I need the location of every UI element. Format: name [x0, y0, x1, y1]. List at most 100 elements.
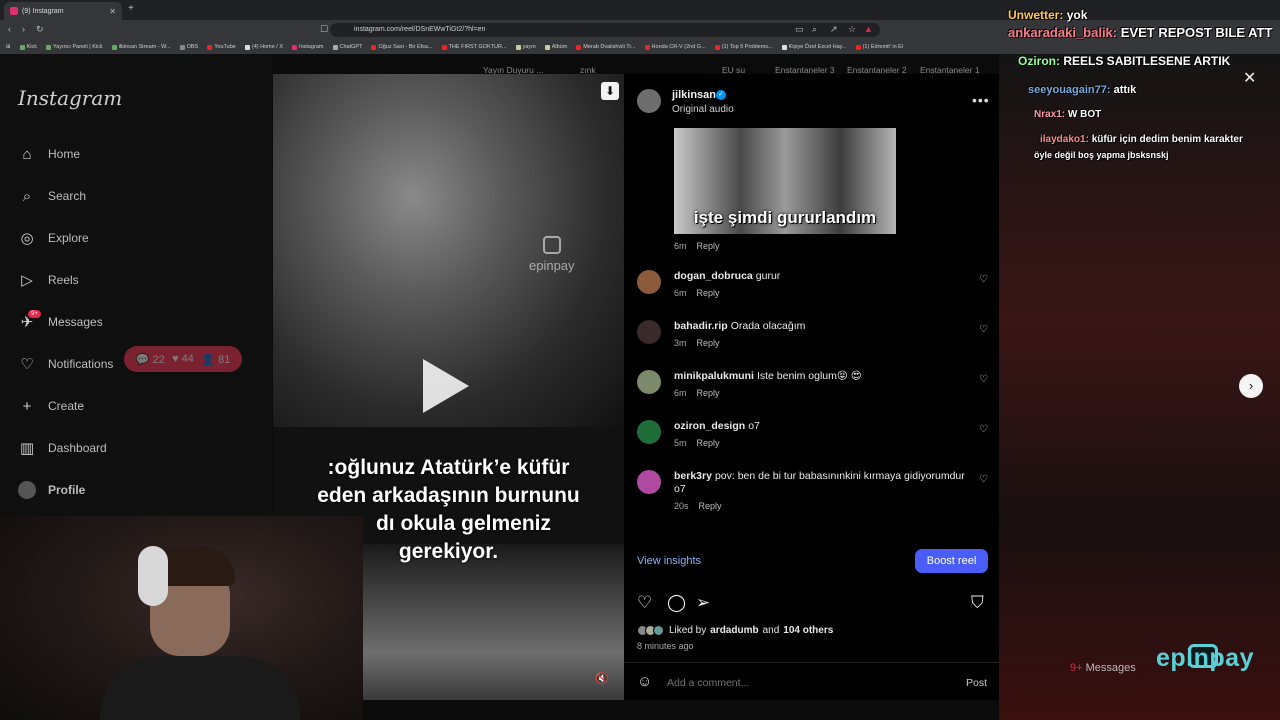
- browser-tab[interactable]: (9) Instagram ✕: [4, 2, 122, 20]
- chat-message: seeyouagain77: attık: [1028, 84, 1136, 96]
- comment-meta: 6m Reply: [674, 388, 720, 398]
- bookmark-item[interactable]: Merab Dvalishvili Tr...: [576, 44, 636, 50]
- instagram-favicon-icon: [10, 7, 18, 15]
- close-icon[interactable]: ✕: [1243, 68, 1256, 88]
- avatar[interactable]: [637, 420, 661, 444]
- share-icon[interactable]: ↗: [830, 24, 838, 35]
- bookmark-item[interactable]: yayın: [515, 44, 536, 50]
- nav-dashboard[interactable]: ▥ Dashboard: [18, 439, 107, 457]
- bookmark-item[interactable]: Honda CR-V (2nd G...: [644, 44, 706, 50]
- notification-summary-pill[interactable]: 💬 22 ♥ 44 👤 81: [124, 346, 242, 372]
- bookmark-item[interactable]: (1) Edremit' in El: [855, 44, 903, 50]
- post-detail-panel: jilkinsan ✓ Original audio ••• işte şimd…: [624, 74, 999, 700]
- nav-notifications[interactable]: ♡ Notifications: [18, 355, 113, 373]
- browser-tab-bar: (9) Instagram ✕ +: [0, 0, 1280, 20]
- bookmark-favicon-icon: [855, 44, 861, 50]
- more-options-icon[interactable]: •••: [972, 92, 990, 108]
- bookmark-item[interactable]: ChatGPT: [332, 44, 362, 50]
- bookmark-icon[interactable]: ☐: [320, 24, 328, 35]
- bookmark-item[interactable]: (4) Home / X: [244, 44, 283, 50]
- extension-icon[interactable]: ▲: [864, 24, 873, 34]
- star-icon[interactable]: ☆: [848, 24, 856, 35]
- bookmark-item[interactable]: Kick: [19, 44, 37, 50]
- liked-by-user[interactable]: ardadumb: [710, 625, 758, 636]
- reload-icon[interactable]: ↻: [36, 24, 44, 35]
- bookmark-item[interactable]: YouTube: [207, 44, 236, 50]
- instagram-logo[interactable]: Instagram: [18, 86, 122, 110]
- chat-user: Nrax1:: [1034, 109, 1066, 120]
- bookmark-item[interactable]: THE FIRST GOKTUR...: [441, 44, 507, 50]
- nav-label: Search: [48, 189, 87, 203]
- bookmark-item[interactable]: ilkinsan Stream - W...: [111, 44, 171, 50]
- bookmark-item[interactable]: Oğuz Sasi - Bir Efsa...: [371, 44, 433, 50]
- bookmark-item[interactable]: Albüm: [544, 44, 567, 50]
- nav-explore[interactable]: ◎ Explore: [18, 229, 89, 247]
- bookmark-favicon-icon: [576, 44, 582, 50]
- chat-user: ankaradaki_balik:: [1008, 25, 1118, 40]
- reply-button[interactable]: Reply: [697, 288, 720, 298]
- avatar[interactable]: [637, 320, 661, 344]
- comment-username[interactable]: bahadir.rip: [674, 320, 728, 332]
- avatar[interactable]: [637, 370, 661, 394]
- avatar[interactable]: [637, 270, 661, 294]
- forward-icon[interactable]: ›: [22, 24, 25, 34]
- download-icon[interactable]: ⬇: [601, 82, 619, 100]
- comment-username[interactable]: berk3ry: [674, 470, 712, 482]
- like-heart-icon[interactable]: ♡: [979, 374, 988, 385]
- cast-icon[interactable]: ▭: [795, 24, 804, 35]
- tab-close-icon[interactable]: ✕: [109, 7, 116, 16]
- chevron-right-icon: ›: [1248, 378, 1254, 393]
- comment-username[interactable]: oziron_design: [674, 420, 745, 432]
- reply-button[interactable]: Reply: [697, 241, 720, 251]
- nav-home[interactable]: ⌂ Home: [18, 145, 80, 163]
- view-insights-link[interactable]: View insights: [637, 555, 701, 567]
- like-icon[interactable]: ♡: [637, 593, 652, 613]
- liked-by-others[interactable]: 104 others: [783, 625, 833, 636]
- reply-button[interactable]: Reply: [697, 338, 720, 348]
- mute-icon[interactable]: 🔇: [595, 672, 609, 685]
- zoom-icon[interactable]: ⌕: [812, 24, 817, 35]
- comment-input[interactable]: [667, 677, 917, 689]
- nav-search[interactable]: ⌕ Search: [18, 187, 86, 205]
- boost-reel-button[interactable]: Boost reel: [915, 549, 988, 573]
- like-heart-icon[interactable]: ♡: [979, 424, 988, 435]
- messages-badge: 9+: [28, 310, 41, 318]
- avatar[interactable]: [637, 470, 661, 494]
- nav-reels[interactable]: ▷ Reels: [18, 271, 78, 289]
- comment-time: 6m: [674, 288, 687, 298]
- reply-button[interactable]: Reply: [697, 438, 720, 448]
- author-username[interactable]: jilkinsan: [672, 89, 716, 101]
- nav-profile[interactable]: Profile: [18, 481, 85, 499]
- comment-icon[interactable]: ◯: [667, 593, 686, 613]
- post-button[interactable]: Post: [966, 677, 987, 689]
- nav-label: Explore: [48, 231, 89, 245]
- nav-create[interactable]: + Create: [18, 397, 84, 415]
- share-icon[interactable]: ➢: [696, 593, 710, 613]
- next-post-button[interactable]: ›: [1239, 374, 1263, 398]
- reply-button[interactable]: Reply: [699, 501, 722, 511]
- bookmark-favicon-icon: [714, 44, 720, 50]
- save-bookmark-icon[interactable]: ⛉: [971, 593, 984, 613]
- bookmark-item[interactable]: Kişiye Özel Excel Hay...: [781, 44, 847, 50]
- play-icon[interactable]: [423, 359, 469, 413]
- new-tab-button[interactable]: +: [128, 3, 134, 14]
- liked-by: Liked by ardadumb and 104 others: [637, 625, 833, 636]
- avatar[interactable]: [637, 89, 661, 113]
- audio-link[interactable]: Original audio: [672, 104, 734, 115]
- bookmark-favicon-icon: [179, 44, 185, 50]
- like-heart-icon[interactable]: ♡: [979, 474, 988, 485]
- comment-username[interactable]: dogan_dobruca: [674, 270, 753, 282]
- back-icon[interactable]: ‹: [8, 24, 11, 34]
- comment-username[interactable]: minikpalukmuni: [674, 370, 754, 382]
- emoji-icon[interactable]: ☺: [637, 673, 652, 690]
- bookmark-item[interactable]: OBS: [179, 44, 198, 50]
- apps-icon[interactable]: ⊞: [6, 44, 11, 50]
- reply-button[interactable]: Reply: [697, 388, 720, 398]
- bookmark-item[interactable]: (1) Top 5 Problems...: [714, 44, 773, 50]
- bookmark-item[interactable]: Instagram: [292, 44, 324, 50]
- folder-icon: [515, 44, 521, 50]
- chat-text: REELS SABITLESENE ARTIK: [1063, 54, 1231, 68]
- like-heart-icon[interactable]: ♡: [979, 274, 988, 285]
- bookmark-item[interactable]: Yayıncı Paneli | Kick: [46, 44, 103, 50]
- like-heart-icon[interactable]: ♡: [979, 324, 988, 335]
